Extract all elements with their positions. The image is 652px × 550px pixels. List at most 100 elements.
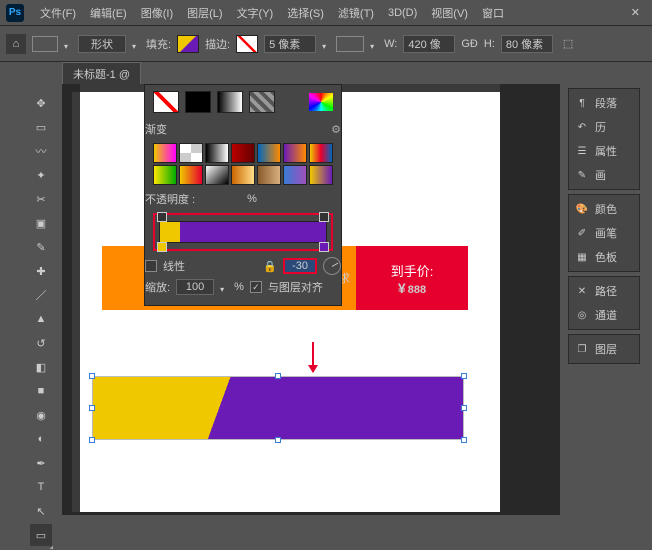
crop-tool[interactable]: ✂: [30, 188, 52, 210]
path-ops-icon[interactable]: ⬚: [563, 37, 573, 50]
heal-tool[interactable]: ✚: [30, 260, 52, 282]
fill-none-button[interactable]: [153, 91, 179, 113]
gradient-preset[interactable]: [153, 143, 177, 163]
rect-tool[interactable]: ▭: [30, 524, 52, 546]
gradient-presets: [145, 139, 341, 189]
menu-window[interactable]: 窗口: [476, 2, 510, 24]
stroke-style[interactable]: [336, 36, 364, 52]
annotation-arrow: [312, 342, 314, 372]
fill-solid-button[interactable]: [185, 91, 211, 113]
brushes-icon: ✐: [575, 226, 589, 240]
fill-swatch[interactable]: [177, 35, 199, 53]
opacity-stop-right[interactable]: [319, 212, 329, 222]
color-stop-left[interactable]: [157, 242, 167, 252]
panel-swatches[interactable]: ▦色板: [571, 245, 637, 269]
marquee-tool[interactable]: ▭: [30, 116, 52, 138]
gradient-preset[interactable]: [283, 165, 307, 185]
menu-view[interactable]: 视图(V): [425, 2, 474, 24]
panel-paths[interactable]: ✕路径: [571, 279, 637, 303]
gradient-preset[interactable]: [231, 165, 255, 185]
shape-mode-select[interactable]: 形状: [78, 35, 126, 53]
linear-checkbox[interactable]: [145, 260, 157, 272]
panel-brush[interactable]: ✎画: [571, 163, 637, 187]
menu-type[interactable]: 文字(Y): [231, 2, 280, 24]
color-icon: 🎨: [575, 202, 589, 216]
menu-layer[interactable]: 图层(L): [181, 2, 228, 24]
link-wh[interactable]: GĐ: [461, 38, 478, 50]
path-tool[interactable]: ↖: [30, 500, 52, 522]
opacity-label: 不透明度 :: [145, 191, 195, 207]
stamp-tool[interactable]: ▲: [30, 308, 52, 330]
fill-pattern-button[interactable]: [249, 91, 275, 113]
blur-tool[interactable]: ◉: [30, 404, 52, 426]
frame-tool[interactable]: ▣: [30, 212, 52, 234]
height-field[interactable]: 80 像素: [501, 35, 553, 53]
fill-gradient-button[interactable]: [217, 91, 243, 113]
panel-history[interactable]: ↶历: [571, 115, 637, 139]
gradient-shape[interactable]: [92, 376, 464, 440]
angle-field[interactable]: -30: [283, 258, 317, 274]
menu-file[interactable]: 文件(F): [34, 2, 82, 24]
menu-filter[interactable]: 滤镜(T): [332, 2, 380, 24]
gradient-bar[interactable]: [159, 221, 327, 243]
panel-brushes[interactable]: ✐画笔: [571, 221, 637, 245]
scale-field[interactable]: 100: [176, 279, 214, 295]
w-label: W:: [384, 38, 397, 50]
lasso-tool[interactable]: 〰: [30, 140, 52, 162]
stroke-label: 描边:: [205, 36, 230, 52]
stroke-width-field[interactable]: 5 像素: [264, 35, 316, 53]
gradient-preset[interactable]: [179, 143, 203, 163]
color-stop-right[interactable]: [319, 242, 329, 252]
gradient-editor-highlight: [153, 213, 333, 251]
scale-label: 缩放:: [145, 279, 170, 295]
coupon-top-text: 到手价:: [391, 261, 434, 280]
gradient-preset[interactable]: [283, 143, 307, 163]
home-icon[interactable]: ⌂: [6, 34, 26, 54]
gradient-tool[interactable]: ■: [30, 380, 52, 402]
color-picker-button[interactable]: [309, 93, 333, 111]
gradient-preset[interactable]: [257, 143, 281, 163]
type-tool[interactable]: T: [30, 476, 52, 498]
brush-tool[interactable]: ／: [30, 284, 52, 306]
menu-3d[interactable]: 3D(D): [382, 4, 423, 22]
menu-edit[interactable]: 编辑(E): [84, 2, 133, 24]
menu-select[interactable]: 选择(S): [281, 2, 330, 24]
stroke-swatch[interactable]: [236, 35, 258, 53]
gear-icon[interactable]: ⚙: [331, 123, 341, 136]
width-field[interactable]: 420 像: [403, 35, 455, 53]
channels-icon: ◎: [575, 308, 589, 322]
gradient-preset[interactable]: [179, 165, 203, 185]
gradient-preset[interactable]: [205, 165, 229, 185]
properties-icon: ☰: [575, 144, 589, 158]
menu-image[interactable]: 图像(I): [135, 2, 179, 24]
panel-paragraph[interactable]: ¶段落: [571, 91, 637, 115]
history-brush-tool[interactable]: ↺: [30, 332, 52, 354]
gradient-preset[interactable]: [309, 143, 333, 163]
gradient-preset[interactable]: [153, 165, 177, 185]
angle-dial[interactable]: [323, 257, 341, 275]
pen-tool[interactable]: ✒: [30, 452, 52, 474]
panel-properties[interactable]: ☰属性: [571, 139, 637, 163]
fill-label: 填充:: [146, 36, 171, 52]
gradient-preset[interactable]: [257, 165, 281, 185]
align-checkbox[interactable]: ✓: [250, 281, 262, 293]
dodge-tool[interactable]: ◐: [30, 428, 52, 450]
h-label: H:: [484, 38, 495, 50]
opacity-stop-left[interactable]: [157, 212, 167, 222]
eyedrop-tool[interactable]: ✎: [30, 236, 52, 258]
close-icon[interactable]: ✕: [625, 4, 646, 21]
eraser-tool[interactable]: ◧: [30, 356, 52, 378]
fill-gradient-panel: 渐变 ⚙ 不透明度 : % 线性 🔒 -30 缩放: 100 % ✓ 与图层对齐: [144, 84, 342, 306]
gradient-preset[interactable]: [205, 143, 229, 163]
panel-color[interactable]: 🎨颜色: [571, 197, 637, 221]
lock-icon[interactable]: 🔒: [263, 260, 277, 273]
document-tab[interactable]: 未标题-1 @: [62, 62, 141, 85]
wand-tool[interactable]: ✦: [30, 164, 52, 186]
gradient-preset[interactable]: [231, 143, 255, 163]
panel-layers[interactable]: ❐图层: [571, 337, 637, 361]
move-tool[interactable]: ✥: [30, 92, 52, 114]
tool-preset[interactable]: [32, 36, 58, 52]
panel-channels[interactable]: ◎通道: [571, 303, 637, 327]
gradient-preset[interactable]: [309, 165, 333, 185]
coupon-price: ¥888: [398, 280, 426, 296]
